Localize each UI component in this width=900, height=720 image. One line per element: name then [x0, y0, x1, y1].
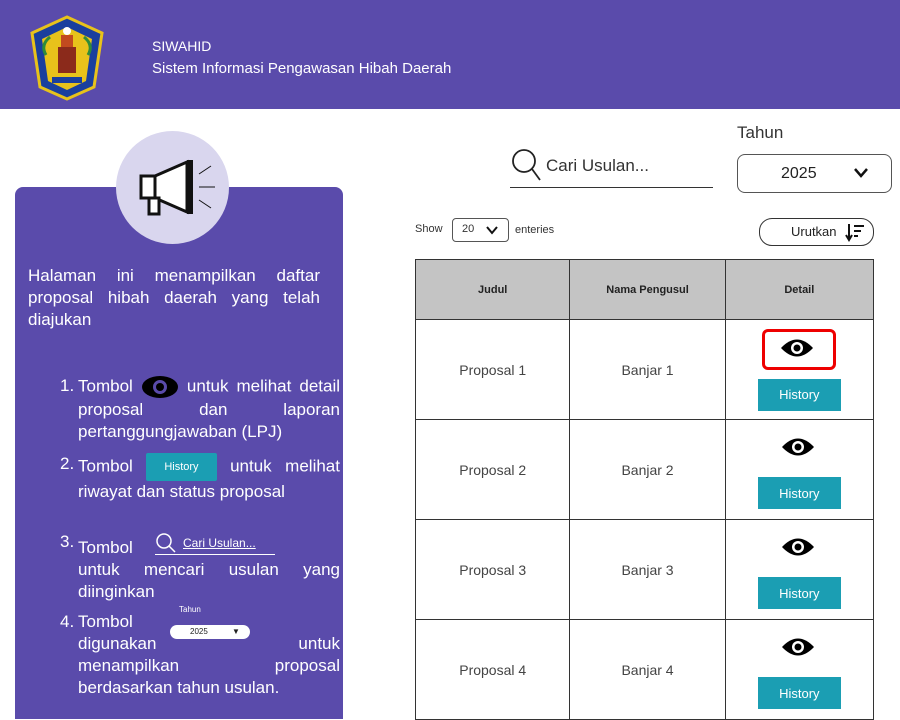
cell-pengusul: Banjar 3 — [569, 519, 726, 620]
step-prefix: Tombol — [78, 538, 133, 557]
help-intro-text: Halaman ini menampilkan daftar proposal … — [28, 266, 320, 329]
show-label: Show — [415, 223, 443, 235]
cell-pengusul: Banjar 2 — [569, 419, 726, 520]
step-prefix: Tombol — [78, 456, 133, 476]
year-filter-label: Tahun — [737, 123, 784, 142]
step-text: digunakan — [78, 634, 157, 653]
header-pengusul: Nama Pengusul — [569, 259, 726, 320]
app-subtitle: Sistem Informasi Pengawasan Hibah Daerah — [152, 60, 452, 77]
header-judul: Judul — [414, 259, 571, 320]
eye-icon — [782, 638, 815, 656]
step-prefix: Tombol — [78, 376, 133, 396]
history-button[interactable]: History — [757, 677, 841, 709]
table-row: Proposal 3 Banjar 3 History — [414, 519, 875, 620]
chevron-down-icon: ▼ — [232, 627, 240, 636]
step-text: untuk mencari usulan yang diinginkan — [78, 560, 340, 601]
search-icon — [512, 149, 541, 181]
chevron-down-icon — [854, 168, 868, 178]
search-sample: Cari Usulan... — [155, 532, 275, 555]
step-number: 3. — [60, 532, 75, 551]
table-header-row: Judul Nama Pengusul Detail — [414, 259, 875, 320]
header-detail: Detail — [724, 259, 875, 320]
sort-button[interactable]: Urutkan — [759, 218, 874, 246]
search-sample-label: Cari Usulan... — [183, 536, 256, 550]
search-icon — [156, 533, 176, 553]
search-bar[interactable] — [510, 145, 713, 188]
eye-icon — [781, 339, 814, 356]
cell-detail: History — [724, 319, 875, 420]
page-size-control: Show 20 enteries — [415, 218, 554, 242]
view-detail-button[interactable] — [764, 530, 834, 568]
history-button-sample: History — [146, 453, 217, 481]
entries-label: enteries — [515, 224, 555, 236]
bali-province-logo-icon — [30, 15, 104, 101]
cell-detail: History — [724, 419, 875, 520]
view-detail-button[interactable] — [762, 328, 837, 370]
history-button[interactable]: History — [757, 378, 841, 411]
sort-label: Urutkan — [791, 224, 837, 239]
table-row: Proposal 1 Banjar 1 History — [414, 319, 875, 420]
step-prefix: Tombol — [78, 612, 133, 631]
eye-icon — [141, 376, 178, 398]
year-filter-sample-label: Tahun — [179, 605, 201, 614]
sort-descending-icon — [845, 224, 864, 242]
proposal-table: Judul Nama Pengusul Detail Proposal 1 Ba… — [414, 259, 875, 720]
view-detail-button[interactable] — [764, 430, 834, 468]
search-input[interactable] — [544, 155, 713, 177]
megaphone-icon — [139, 159, 215, 216]
cell-judul: Proposal 4 — [414, 619, 571, 720]
year-filter-sample: 2025 ▼ — [170, 625, 250, 639]
history-button[interactable]: History — [757, 477, 841, 509]
eye-icon — [782, 438, 815, 456]
table-row: Proposal 4 Banjar 4 History — [414, 619, 875, 720]
step-number: 2. — [60, 454, 75, 473]
table-row: Proposal 2 Banjar 2 History — [414, 419, 875, 520]
app-name: SIWAHID — [152, 38, 212, 54]
view-detail-button[interactable] — [764, 630, 834, 668]
cell-detail: History — [724, 619, 875, 720]
help-intro: Halaman ini menampilkan daftar proposal … — [28, 265, 320, 331]
year-select[interactable]: 2025 — [737, 154, 892, 193]
cell-judul: Proposal 1 — [414, 319, 571, 420]
app-header: SIWAHID Sistem Informasi Pengawasan Hiba… — [0, 0, 900, 109]
page-size-value: 20 — [462, 223, 475, 235]
year-filter-sample-value: 2025 — [190, 627, 208, 636]
step-number: 1. — [60, 376, 75, 395]
cell-judul: Proposal 3 — [414, 519, 571, 620]
page-size-select[interactable]: 20 — [452, 218, 509, 242]
year-select-value: 2025 — [781, 165, 817, 182]
step-number: 4. — [60, 612, 75, 631]
history-button[interactable]: History — [757, 577, 841, 609]
cell-pengusul: Banjar 4 — [569, 619, 726, 720]
cell-pengusul: Banjar 1 — [569, 319, 726, 420]
cell-judul: Proposal 2 — [414, 419, 571, 520]
chevron-down-icon — [486, 226, 498, 235]
eye-icon — [782, 538, 815, 556]
cell-detail: History — [724, 519, 875, 620]
